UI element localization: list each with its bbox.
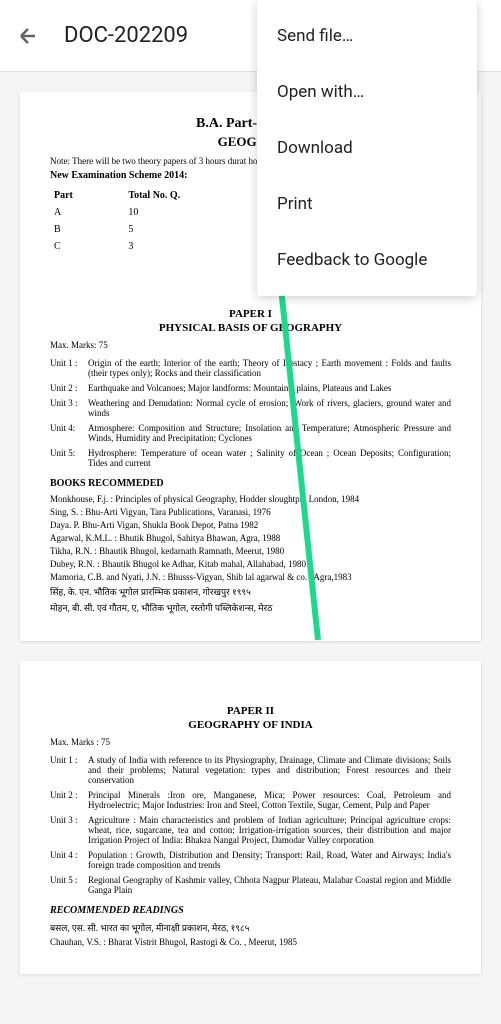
reference-line: Agarwal, K.M.L. : Bhutik Bhugol, Sahitya…: [50, 533, 451, 543]
reference-line: Daya. P. Bhu-Arti Vigan, Shukla Book Dep…: [50, 520, 451, 530]
syllabus-unit: Unit 2 :Principal Minerals :Iron ore, Ma…: [50, 790, 451, 810]
reference-line: Chauhan, V.S. : Bharat Vistrit Bhugol, R…: [50, 937, 451, 947]
syllabus-unit: Unit 5:Hydrosphere: Temperature of ocean…: [50, 448, 451, 468]
syllabus-unit: Unit 2 :Earthquake and Volcanoes; Major …: [50, 383, 451, 393]
reference-line: Dubey, R.N. : Bhautik Bhugol ke Adhar, K…: [50, 559, 451, 569]
reference-line: मोहन, बी. सी. एवं गौतम, ए, भौतिक भूगोल, …: [50, 601, 451, 614]
syllabus-unit: Unit 1 :A study of India with reference …: [50, 755, 451, 785]
reference-line: बसल, एस. सी. भारत का भूगोल, मीनाक्षी प्र…: [50, 921, 451, 934]
back-arrow-icon[interactable]: [16, 24, 40, 48]
menu-download[interactable]: Download: [257, 120, 477, 176]
document-page-2: PAPER II GEOGRAPHY OF INDIA Max. Marks :…: [20, 661, 481, 974]
reference-line: Monkhouse, F.j. : Principles of physical…: [50, 494, 451, 504]
menu-open-with[interactable]: Open with…: [257, 64, 477, 120]
menu-feedback[interactable]: Feedback to Google: [257, 232, 477, 288]
paper-2-heading: PAPER II: [50, 705, 451, 717]
syllabus-unit: Unit 4:Atmosphere: Composition and Struc…: [50, 423, 451, 443]
document-title: DOC-202209: [64, 23, 188, 48]
reference-line: Tikha, R.N. : Bhautik Bhugol, kedarnath …: [50, 546, 451, 556]
syllabus-unit: Unit 1 :Origin of the earth; Interior of…: [50, 358, 451, 378]
menu-send-file[interactable]: Send file…: [257, 8, 477, 64]
syllabus-unit: Unit 4 :Population : Growth, Distributio…: [50, 850, 451, 870]
syllabus-unit: Unit 5 :Regional Geography of Kashmir va…: [50, 875, 451, 895]
paper-1-subtitle: PHYSICAL BASIS OF GEOGRAPHY: [50, 322, 451, 334]
books-heading: BOOKS RECOMMEDED: [50, 478, 451, 489]
reference-line: Sing, S. : Bhu-Arti Vigyan, Tara Publica…: [50, 507, 451, 517]
menu-print[interactable]: Print: [257, 176, 477, 232]
paper-1-heading: PAPER I: [50, 308, 451, 320]
overflow-menu: Send file… Open with… Download Print Fee…: [257, 0, 477, 296]
col-part: Part: [50, 187, 124, 204]
syllabus-unit: Unit 3 :Agriculture : Main characteristi…: [50, 815, 451, 845]
reference-line: सिंह, के. एन. भौतिक भूगोल प्रारम्भिक प्र…: [50, 585, 451, 598]
reference-line: Mamoria, C.B. and Nyati, J.N. : Bhusss-V…: [50, 572, 451, 582]
syllabus-unit: Unit 3 :Weathering and Denudation: Norma…: [50, 398, 451, 418]
paper-2-subtitle: GEOGRAPHY OF INDIA: [50, 719, 451, 731]
recommended-heading: RECOMMENDED READINGS: [50, 905, 451, 916]
max-marks-2: Max. Marks : 75: [50, 737, 451, 747]
max-marks-1: Max. Marks: 75: [50, 340, 451, 350]
